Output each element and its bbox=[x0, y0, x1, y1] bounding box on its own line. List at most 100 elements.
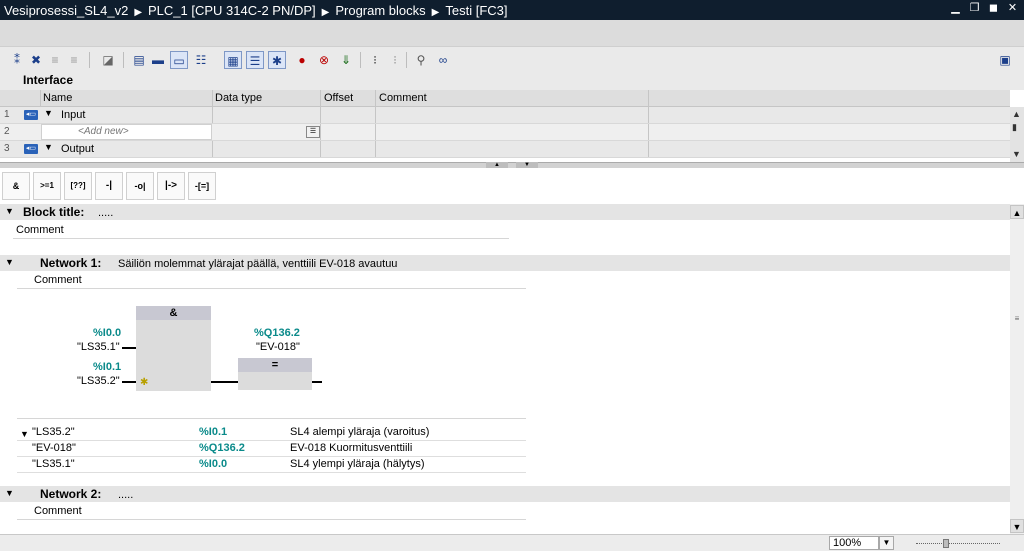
favorites-icon[interactable]: ☷ bbox=[192, 51, 210, 69]
show-symbolic-icon[interactable]: ▬ bbox=[149, 51, 167, 69]
col-comment[interactable]: Comment bbox=[379, 92, 427, 104]
delete-network-icon[interactable]: ✖ bbox=[27, 51, 45, 69]
tab-strip bbox=[0, 20, 1024, 46]
add-row-icon[interactable]: ≡ bbox=[65, 51, 83, 69]
interface-title: Interface bbox=[23, 73, 74, 87]
network-overview-icon[interactable]: ☰ bbox=[246, 51, 264, 69]
interface-column-header: Name Data type Offset Comment bbox=[0, 90, 1010, 107]
absolute-operands-icon[interactable]: ▦ bbox=[224, 51, 242, 69]
indent-icon[interactable]: ⁝ bbox=[366, 51, 384, 69]
show-absolute-icon[interactable]: ▤ bbox=[130, 51, 148, 69]
fbd-network-area[interactable] bbox=[17, 293, 526, 419]
row-number: 2 bbox=[4, 126, 10, 137]
interface-scrollbar[interactable]: ▲ ▮ ▼ bbox=[1010, 107, 1024, 162]
operand-tag[interactable]: "LS35.1" bbox=[77, 341, 120, 353]
negate-button[interactable]: -o| bbox=[126, 172, 154, 200]
maximize-icon[interactable]: ◼ bbox=[988, 3, 999, 14]
set-breakpoint-icon[interactable]: ● bbox=[293, 51, 311, 69]
network-2-bar[interactable]: ▼ Network 2: ..... bbox=[0, 486, 1010, 502]
col-data-type[interactable]: Data type bbox=[215, 92, 262, 104]
block-title-bar[interactable]: ▼ Block title: ..... bbox=[0, 204, 1010, 220]
restore-icon[interactable]: ❐ bbox=[969, 3, 980, 14]
zoom-slider-handle[interactable] bbox=[943, 539, 949, 548]
network-comment[interactable]: Comment bbox=[17, 503, 526, 520]
breadcrumb-project[interactable]: Vesiprosessi_SL4_v2 bbox=[4, 3, 128, 18]
network-comment[interactable]: Comment bbox=[17, 272, 526, 289]
scroll-up-icon[interactable]: ▲ bbox=[1010, 205, 1024, 219]
glasses-icon[interactable]: ∞ bbox=[434, 51, 452, 69]
insert-input-icon[interactable]: ✱ bbox=[140, 377, 148, 388]
monitor-icon[interactable]: ⚲ bbox=[412, 51, 430, 69]
delete-breakpoint-icon[interactable]: ⊗ bbox=[315, 51, 333, 69]
col-offset[interactable]: Offset bbox=[324, 92, 353, 104]
breadcrumb-block[interactable]: Testi [FC3] bbox=[445, 3, 507, 18]
assignment-box[interactable]: = bbox=[238, 358, 312, 390]
zoom-slider[interactable] bbox=[916, 539, 1000, 548]
minimize-icon[interactable]: ▁ bbox=[950, 3, 961, 14]
goto-icon[interactable]: ◪ bbox=[99, 51, 117, 69]
tag-address: %I0.1 bbox=[199, 426, 228, 438]
network-title[interactable]: Säiliön molemmat ylärajat päällä, ventti… bbox=[118, 258, 397, 270]
comments-toggle-icon[interactable]: ▭ bbox=[170, 51, 188, 69]
editor-scrollbar[interactable]: ▲ ≡ ▼ bbox=[1010, 204, 1024, 534]
operand-tag[interactable]: "LS35.2" bbox=[77, 375, 120, 387]
collapse-arrow-icon[interactable]: ▼ bbox=[5, 206, 14, 216]
input-wire bbox=[122, 381, 136, 383]
breadcrumb-separator-icon: ▶ bbox=[431, 7, 440, 18]
title-bar: Vesiprosessi_SL4_v2 ▶ PLC_1 [CPU 314C-2 PN… bbox=[0, 0, 1024, 20]
network-title[interactable]: ..... bbox=[118, 489, 133, 501]
interface-row-output[interactable]: 3 ◂▭ ▼ Output bbox=[0, 141, 1010, 158]
open-all-networks-icon[interactable]: ✱ bbox=[268, 51, 286, 69]
add-new-input[interactable]: <Add new> bbox=[41, 124, 212, 140]
block-title-label: Block title: bbox=[23, 205, 85, 219]
interface-header[interactable]: Interface bbox=[0, 72, 1024, 90]
output-address[interactable]: %Q136.2 bbox=[254, 327, 300, 339]
network-label: Network 1: bbox=[40, 256, 102, 270]
operand-address[interactable]: %I0.1 bbox=[93, 361, 121, 373]
output-wire bbox=[312, 381, 322, 383]
assignment-button[interactable]: -[=] bbox=[188, 172, 216, 200]
interface-row-add-new[interactable]: 2 <Add new> ☰ bbox=[0, 124, 1010, 141]
row-number: 1 bbox=[4, 109, 10, 120]
collapse-arrow-icon[interactable]: ▼ bbox=[5, 488, 14, 498]
tag-comment: SL4 ylempi yläraja (hälytys) bbox=[290, 458, 425, 470]
scroll-thumb[interactable]: ≡ bbox=[1011, 314, 1023, 328]
scroll-down-icon[interactable]: ▼ bbox=[1010, 519, 1024, 533]
interface-row-input[interactable]: 1 ◂▭ ▼ Input bbox=[0, 107, 1010, 124]
data-type-picker-icon[interactable]: ☰ bbox=[306, 126, 320, 138]
program-editor: ▼ Block title: ..... Comment ▼ Network 1… bbox=[0, 204, 1010, 534]
breadcrumb-plc[interactable]: PLC_1 [CPU 314C-2 PN/DP] bbox=[148, 3, 316, 18]
download-icon[interactable]: ⇓ bbox=[337, 51, 355, 69]
connection-button[interactable]: |-> bbox=[157, 172, 185, 200]
collapse-arrow-icon[interactable]: ▼ bbox=[5, 257, 14, 267]
and-instruction-button[interactable]: & bbox=[2, 172, 30, 200]
zoom-select[interactable]: 100% bbox=[829, 536, 879, 550]
operand-address[interactable]: %I0.0 bbox=[93, 327, 121, 339]
and-box[interactable]: & ✱ bbox=[136, 306, 211, 391]
empty-box-button[interactable]: [??] bbox=[64, 172, 92, 200]
network-label: Network 2: bbox=[40, 487, 102, 501]
block-comment[interactable]: Comment bbox=[13, 222, 509, 239]
scroll-down-icon[interactable]: ▼ bbox=[1012, 149, 1021, 159]
open-branch-button[interactable]: -| bbox=[95, 172, 123, 200]
panel-toggle-icon[interactable]: ▣ bbox=[996, 51, 1014, 69]
tag-comment: EV-018 Kuormitusventtiili bbox=[290, 442, 413, 454]
zoom-dropdown-icon[interactable]: ▼ bbox=[879, 536, 894, 550]
tag-address: %I0.0 bbox=[199, 458, 228, 470]
block-title-value[interactable]: ..... bbox=[98, 207, 113, 219]
scroll-up-icon[interactable]: ▲ bbox=[1012, 109, 1021, 119]
breadcrumb-program-blocks[interactable]: Program blocks bbox=[335, 3, 425, 18]
insert-network-icon[interactable]: ⁑ bbox=[8, 51, 26, 69]
outdent-icon[interactable]: ⁝ bbox=[386, 51, 404, 69]
col-name[interactable]: Name bbox=[43, 92, 72, 104]
collapse-arrow-icon[interactable]: ▼ bbox=[44, 108, 53, 118]
network-1-bar[interactable]: ▼ Network 1: Säiliön molemmat ylärajat p… bbox=[0, 255, 1010, 271]
scroll-thumb[interactable]: ▮ bbox=[1012, 122, 1017, 133]
close-icon[interactable]: ✕ bbox=[1007, 3, 1018, 14]
collapse-arrow-icon[interactable]: ▼ bbox=[44, 142, 53, 152]
or-instruction-button[interactable]: >=1 bbox=[33, 172, 61, 200]
and-box-label: & bbox=[136, 306, 211, 320]
tag-name: "LS35.1" bbox=[32, 458, 75, 470]
insert-row-icon[interactable]: ≡ bbox=[46, 51, 64, 69]
output-tag[interactable]: "EV-018" bbox=[256, 341, 300, 353]
